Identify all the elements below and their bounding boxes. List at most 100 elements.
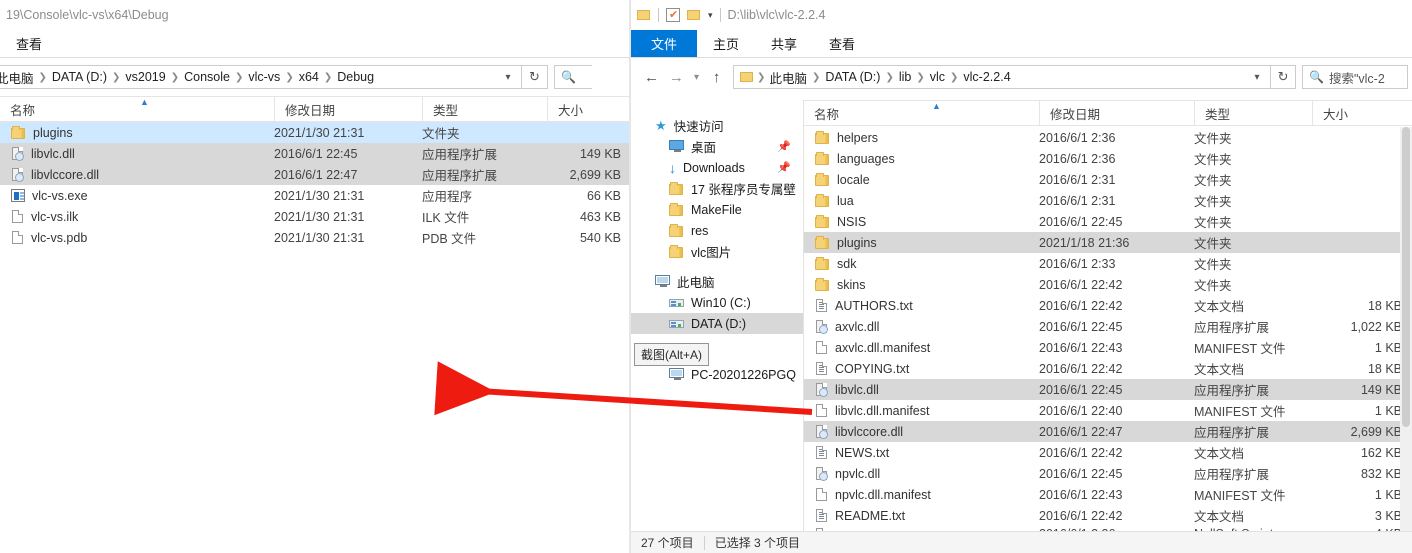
- pin-icon[interactable]: 📌: [777, 161, 791, 174]
- table-row[interactable]: skins 2016/6/1 22:42 文件夹: [804, 274, 1412, 295]
- right-file-list[interactable]: helpers 2016/6/1 2:36 文件夹 languages 2016/6/1…: [804, 127, 1412, 531]
- left-breadcrumb[interactable]: 此电脑 ❯ DATA (D:) ❯ vs2019 ❯ Console ❯ vlc…: [0, 68, 497, 87]
- file-name-cell[interactable]: locale: [804, 173, 1039, 187]
- file-name-cell[interactable]: lua: [804, 194, 1039, 208]
- file-name-cell[interactable]: AUTHORS.txt: [804, 298, 1039, 313]
- sidebar-item-res[interactable]: res: [631, 220, 803, 241]
- left-crumb-2[interactable]: vs2019: [122, 70, 168, 84]
- table-row[interactable]: libvlccore.dll 2016/6/1 22:47 应用程序扩展 2,699 …: [804, 421, 1412, 442]
- table-row[interactable]: languages 2016/6/1 2:36 文件夹: [804, 148, 1412, 169]
- right-col-type[interactable]: 类型: [1194, 100, 1312, 126]
- table-row[interactable]: vlc-vs.exe 2021/1/30 21:31 应用程序 66 KB: [0, 185, 631, 206]
- table-row[interactable]: npvlc.dll.manifest 2016/6/1 22:43 MANIFEST…: [804, 484, 1412, 505]
- table-row[interactable]: README.txt 2016/6/1 22:42 文本文档 3 KB: [804, 505, 1412, 526]
- file-name-cell[interactable]: axvlc.dll: [804, 319, 1039, 334]
- table-row[interactable]: libvlccore.dll 2016/6/1 22:47 应用程序扩展 2,699 …: [0, 164, 631, 185]
- sidebar-item-[interactable]: ★ 快速访问: [631, 115, 803, 136]
- sidebar-item-vlc[interactable]: vlc图片: [631, 241, 803, 262]
- table-row[interactable]: libvlc.dll 2016/6/1 22:45 应用程序扩展 149 KB: [804, 379, 1412, 400]
- file-name-cell[interactable]: COPYING.txt: [804, 361, 1039, 376]
- file-name-cell[interactable]: plugins: [0, 126, 274, 140]
- left-col-name[interactable]: ▲ 名称: [0, 96, 274, 122]
- table-row[interactable]: NSIS 2016/6/1 22:45 文件夹: [804, 211, 1412, 232]
- up-button[interactable]: ↑: [704, 64, 729, 90]
- forward-button[interactable]: →: [664, 64, 689, 90]
- right-breadcrumb[interactable]: 此电脑 ❯ DATA (D:) ❯ lib ❯ vlc ❯ vlc-2.2.4: [766, 68, 1246, 87]
- back-button[interactable]: ←: [639, 64, 664, 90]
- tab-share[interactable]: 共享: [755, 30, 813, 57]
- recent-locations-button[interactable]: ▾: [689, 64, 704, 90]
- left-crumb-4[interactable]: vlc-vs: [245, 70, 283, 84]
- file-name-cell[interactable]: libvlc.dll: [0, 146, 274, 161]
- left-col-type[interactable]: 类型: [422, 96, 547, 122]
- file-name-cell[interactable]: NEWS.txt: [804, 445, 1039, 460]
- chevron-down-icon[interactable]: ▾: [497, 66, 519, 88]
- left-crumb-0[interactable]: 此电脑: [0, 68, 37, 87]
- table-row[interactable]: lua 2016/6/1 2:31 文件夹: [804, 190, 1412, 211]
- right-crumb-2[interactable]: lib: [896, 70, 915, 84]
- file-name-cell[interactable]: NSIS: [804, 215, 1039, 229]
- table-row[interactable]: npvlc.dll 2016/6/1 22:45 应用程序扩展 832 KB: [804, 463, 1412, 484]
- table-row[interactable]: axvlc.dll.manifest 2016/6/1 22:43 MANIFEST…: [804, 337, 1412, 358]
- scrollbar-thumb[interactable]: [1402, 127, 1410, 427]
- table-row[interactable]: AUTHORS.txt 2016/6/1 22:42 文本文档 18 KB: [804, 295, 1412, 316]
- sidebar-item-makefile[interactable]: MakeFile: [631, 199, 803, 220]
- left-address-bar[interactable]: 此电脑 ❯ DATA (D:) ❯ vs2019 ❯ Console ❯ vlc…: [0, 65, 522, 89]
- table-row[interactable]: libvlc.dll 2016/6/1 22:45 应用程序扩展 149 KB: [0, 143, 631, 164]
- properties-icon[interactable]: ✔: [666, 8, 680, 22]
- table-row[interactable]: libvlc.dll.manifest 2016/6/1 22:40 MANIFES…: [804, 400, 1412, 421]
- sidebar-item-data-d[interactable]: DATA (D:): [631, 313, 803, 334]
- sidebar-item-17[interactable]: 17 张程序员专属壁: [631, 178, 803, 199]
- table-row[interactable]: locale 2016/6/1 2:31 文件夹: [804, 169, 1412, 190]
- table-row[interactable]: plugins 2021/1/18 21:36 文件夹: [804, 232, 1412, 253]
- right-navigation-pane[interactable]: ★ 快速访问 桌面 📌 ↓ Downloads 📌 17 张程序员专属壁 MakeFile res…: [631, 115, 803, 531]
- sidebar-item-[interactable]: 此电脑: [631, 271, 803, 292]
- table-row[interactable]: sdk 2016/6/1 2:33 文件夹: [804, 253, 1412, 274]
- left-crumb-6[interactable]: Debug: [334, 70, 377, 84]
- tab-home[interactable]: 主页: [697, 30, 755, 57]
- new-folder-icon[interactable]: [687, 9, 701, 21]
- left-crumb-5[interactable]: x64: [296, 70, 322, 84]
- tab-file[interactable]: 文件: [631, 30, 698, 57]
- right-col-name[interactable]: ▲ 名称: [804, 100, 1039, 126]
- right-col-date[interactable]: 修改日期: [1039, 100, 1194, 126]
- table-row[interactable]: axvlc.dll 2016/6/1 22:45 应用程序扩展 1,022 KB: [804, 316, 1412, 337]
- left-crumb-3[interactable]: Console: [181, 70, 233, 84]
- file-name-cell[interactable]: axvlc.dll.manifest: [804, 340, 1039, 355]
- table-row[interactable]: vlc-vs.ilk 2021/1/30 21:31 ILK 文件 463 KB: [0, 206, 631, 227]
- sidebar-item-downloads[interactable]: ↓ Downloads 📌: [631, 157, 803, 178]
- file-name-cell[interactable]: helpers: [804, 131, 1039, 145]
- file-name-cell[interactable]: plugins: [804, 236, 1039, 250]
- table-row[interactable]: plugins 2021/1/30 21:31 文件夹: [0, 122, 631, 143]
- file-name-cell[interactable]: npvlc.dll: [804, 466, 1039, 481]
- left-col-size[interactable]: 大小: [547, 96, 631, 122]
- sidebar-item-pc-20201226pgq[interactable]: PC-20201226PGQ: [631, 364, 803, 385]
- file-name-cell[interactable]: vlc-vs.ilk: [0, 209, 274, 224]
- right-col-size[interactable]: 大小: [1312, 100, 1412, 126]
- chevron-down-icon[interactable]: ▾: [708, 10, 713, 21]
- left-refresh-button[interactable]: ↻: [522, 65, 548, 89]
- left-tab-view[interactable]: 查看: [0, 30, 58, 57]
- file-name-cell[interactable]: libvlc.dll: [804, 382, 1039, 397]
- file-name-cell[interactable]: libvlccore.dll: [0, 167, 274, 182]
- right-address-bar[interactable]: ❯ 此电脑 ❯ DATA (D:) ❯ lib ❯ vlc ❯ vlc-2.2.…: [733, 65, 1272, 89]
- table-row[interactable]: helpers 2016/6/1 2:36 文件夹: [804, 127, 1412, 148]
- table-row[interactable]: vlc-vs.pdb 2021/1/30 21:31 PDB 文件 540 KB: [0, 227, 631, 248]
- file-name-cell[interactable]: libvlc.dll.manifest: [804, 403, 1039, 418]
- sidebar-item-win10-c[interactable]: Win10 (C:): [631, 292, 803, 313]
- file-name-cell[interactable]: vlc-vs.exe: [0, 189, 274, 203]
- file-name-cell[interactable]: vlc-vs.pdb: [0, 230, 274, 245]
- right-list-scrollbar[interactable]: [1400, 127, 1412, 531]
- right-crumb-3[interactable]: vlc: [927, 70, 948, 84]
- file-name-cell[interactable]: npvlc.dll.manifest: [804, 487, 1039, 502]
- file-name-cell[interactable]: README.txt: [804, 508, 1039, 523]
- table-row[interactable]: COPYING.txt 2016/6/1 22:42 文本文档 18 KB: [804, 358, 1412, 379]
- file-name-cell[interactable]: skins: [804, 278, 1039, 292]
- right-crumb-1[interactable]: DATA (D:): [822, 70, 883, 84]
- pin-icon[interactable]: 📌: [777, 140, 791, 153]
- file-name-cell[interactable]: libvlccore.dll: [804, 424, 1039, 439]
- sidebar-item-[interactable]: 桌面 📌: [631, 136, 803, 157]
- folder-icon[interactable]: [637, 9, 651, 21]
- left-crumb-1[interactable]: DATA (D:): [49, 70, 110, 84]
- right-crumb-4[interactable]: vlc-2.2.4: [960, 70, 1013, 84]
